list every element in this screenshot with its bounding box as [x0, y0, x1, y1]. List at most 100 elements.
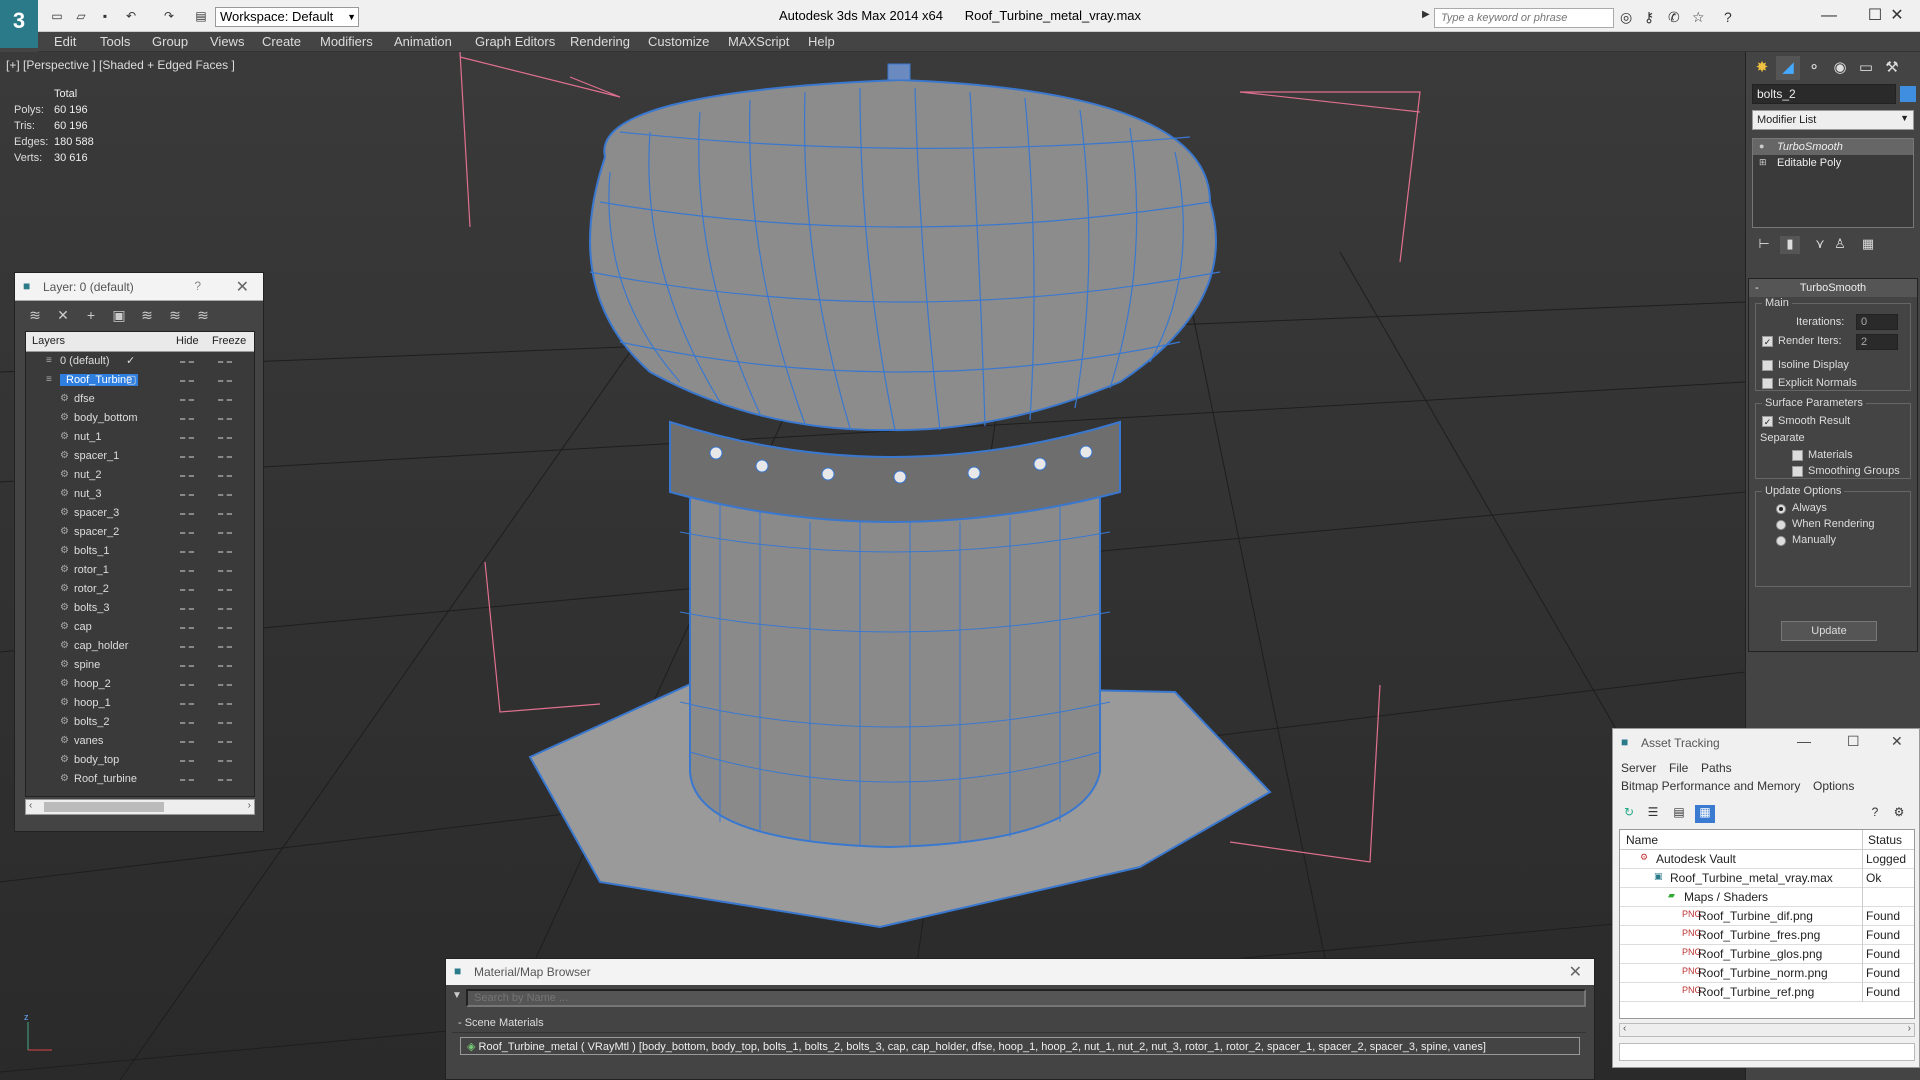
- layer-name[interactable]: body_bottom: [74, 412, 138, 424]
- help-icon[interactable]: ?: [1724, 9, 1732, 25]
- maximize-icon[interactable]: ☐: [1847, 733, 1860, 750]
- freeze-toggle[interactable]: [218, 361, 232, 363]
- horizontal-scrollbar[interactable]: ‹ ›: [1619, 1023, 1915, 1037]
- asset-row[interactable]: PNG Roof_Turbine_fres.png Found: [1620, 926, 1914, 945]
- viewport-label[interactable]: [+] [Perspective ] [Shaded + Edged Faces…: [6, 58, 235, 72]
- update-button[interactable]: Update: [1781, 621, 1877, 641]
- explicit-normals-checkbox[interactable]: [1762, 378, 1773, 389]
- layer-name[interactable]: spacer_2: [74, 526, 119, 538]
- remove-modifier-icon[interactable]: ♙: [1830, 236, 1850, 254]
- menu-modifiers[interactable]: Modifiers: [320, 34, 373, 49]
- hide-toggle[interactable]: [180, 456, 194, 458]
- hide-toggle[interactable]: [180, 589, 194, 591]
- layer-row[interactable]: ≡ Roof_Turbine ▢: [26, 371, 254, 390]
- layer-name[interactable]: nut_3: [74, 488, 102, 500]
- asset-row[interactable]: ⚙ Autodesk Vault Logged: [1620, 850, 1914, 869]
- layer-row[interactable]: ⚙ hoop_1: [26, 694, 254, 713]
- layer-row[interactable]: ⚙ nut_1: [26, 428, 254, 447]
- hide-toggle[interactable]: [180, 513, 194, 515]
- hide-toggle[interactable]: [180, 361, 194, 363]
- hide-toggle[interactable]: [180, 665, 194, 667]
- menu-edit[interactable]: Edit: [54, 34, 76, 49]
- layer-row[interactable]: ⚙ body_top: [26, 751, 254, 770]
- options-menu-icon[interactable]: ▼: [452, 990, 462, 1001]
- scene-materials-section[interactable]: - Scene Materials: [452, 1015, 1586, 1033]
- layer-row[interactable]: ⚙ spacer_1: [26, 447, 254, 466]
- freeze-toggle[interactable]: [218, 456, 232, 458]
- col-name[interactable]: Name: [1626, 833, 1658, 847]
- layer-row[interactable]: ⚙ spine: [26, 656, 254, 675]
- layer-name[interactable]: nut_2: [74, 469, 102, 481]
- freeze-toggle[interactable]: [218, 551, 232, 553]
- layer-row[interactable]: ⚙ rotor_2: [26, 580, 254, 599]
- utilities-tab-icon[interactable]: ⚒: [1880, 56, 1904, 80]
- menu-file[interactable]: File: [1669, 761, 1688, 775]
- object-color-swatch[interactable]: [1900, 86, 1916, 102]
- menu-graph-editors[interactable]: Graph Editors: [475, 34, 555, 49]
- render-iters-spinner[interactable]: [1856, 334, 1898, 350]
- material-item[interactable]: ◈ Roof_Turbine_metal ( VRayMtl ) [body_b…: [460, 1037, 1580, 1055]
- close-icon[interactable]: ✕: [1891, 733, 1903, 750]
- menu-create[interactable]: Create: [262, 34, 301, 49]
- smoothing-groups-checkbox[interactable]: [1792, 466, 1803, 477]
- asset-tracking-header[interactable]: ■ Asset Tracking — ☐ ✕: [1613, 729, 1919, 757]
- hide-toggle[interactable]: [180, 608, 194, 610]
- layer-row[interactable]: ⚙ nut_2: [26, 466, 254, 485]
- layer-name[interactable]: spine: [74, 659, 100, 671]
- layer-row[interactable]: ⚙ bolts_1: [26, 542, 254, 561]
- layer-row[interactable]: ⚙ nut_3: [26, 485, 254, 504]
- layer-row[interactable]: ⚙ spacer_2: [26, 523, 254, 542]
- hide-toggle[interactable]: [180, 760, 194, 762]
- layer-name[interactable]: bolts_1: [74, 545, 109, 557]
- freeze-toggle[interactable]: [218, 627, 232, 629]
- table-view-icon[interactable]: ▦: [1695, 805, 1715, 823]
- material-search-input[interactable]: [466, 989, 1586, 1007]
- freeze-all-layers-icon[interactable]: ≋: [193, 307, 213, 325]
- hide-toggle[interactable]: [180, 779, 194, 781]
- layer-name[interactable]: 0 (default): [60, 355, 110, 367]
- layer-row[interactable]: ⚙ dfse: [26, 390, 254, 409]
- rollout-header[interactable]: - TurboSmooth: [1749, 279, 1917, 297]
- settings-icon[interactable]: ⚙: [1889, 805, 1909, 823]
- material-browser-header[interactable]: ■ Material/Map Browser ✕: [446, 959, 1594, 985]
- menu-bitmap-performance[interactable]: Bitmap Performance and Memory: [1621, 779, 1800, 793]
- stack-item-editable-poly[interactable]: ⊞ Editable Poly: [1753, 155, 1913, 171]
- configure-modifier-sets-icon[interactable]: ▦: [1858, 236, 1878, 254]
- lightbulb-icon[interactable]: ●: [1759, 141, 1764, 151]
- menu-maxscript[interactable]: MAXScript: [728, 34, 789, 49]
- search-input[interactable]: [1434, 8, 1614, 28]
- close-icon[interactable]: ✕: [1569, 962, 1582, 982]
- layer-row[interactable]: ⚙ cap: [26, 618, 254, 637]
- freeze-toggle[interactable]: [218, 608, 232, 610]
- display-tab-icon[interactable]: ▭: [1854, 56, 1878, 80]
- asset-row[interactable]: ▣ Roof_Turbine_metal_vray.max Ok: [1620, 869, 1914, 888]
- help-icon[interactable]: ?: [194, 279, 201, 293]
- menu-tools[interactable]: Tools: [100, 34, 130, 49]
- render-iters-checkbox[interactable]: ✓: [1762, 336, 1773, 347]
- layer-name[interactable]: nut_1: [74, 431, 102, 443]
- menu-views[interactable]: Views: [210, 34, 244, 49]
- layer-name[interactable]: bolts_3: [74, 602, 109, 614]
- freeze-toggle[interactable]: [218, 646, 232, 648]
- asset-row[interactable]: PNG Roof_Turbine_glos.png Found: [1620, 945, 1914, 964]
- favorites-star-icon[interactable]: ☆: [1692, 9, 1705, 26]
- layer-name[interactable]: rotor_2: [74, 583, 109, 595]
- pin-stack-icon[interactable]: ⊢: [1754, 236, 1774, 254]
- hide-toggle[interactable]: [180, 570, 194, 572]
- layer-name[interactable]: body_top: [74, 754, 119, 766]
- layer-name[interactable]: cap: [74, 621, 92, 633]
- binoculars-icon[interactable]: ◎: [1620, 9, 1632, 26]
- asset-row[interactable]: PNG Roof_Turbine_ref.png Found: [1620, 983, 1914, 1002]
- always-radio[interactable]: [1776, 504, 1786, 514]
- motion-tab-icon[interactable]: ◉: [1828, 56, 1852, 80]
- stack-item-turbosmooth[interactable]: ● TurboSmooth: [1753, 139, 1913, 155]
- layer-name[interactable]: Roof_turbine: [74, 773, 137, 785]
- add-to-layer-icon[interactable]: +: [81, 307, 101, 325]
- show-end-result-icon[interactable]: ▮: [1780, 236, 1800, 254]
- new-layer-icon[interactable]: ≋: [25, 307, 45, 325]
- menu-help[interactable]: Help: [808, 34, 835, 49]
- layer-row[interactable]: ≡ 0 (default) ✓: [26, 352, 254, 371]
- layer-row[interactable]: ⚙ cap_holder: [26, 637, 254, 656]
- menu-server[interactable]: Server: [1621, 761, 1656, 775]
- layer-name[interactable]: rotor_1: [74, 564, 109, 576]
